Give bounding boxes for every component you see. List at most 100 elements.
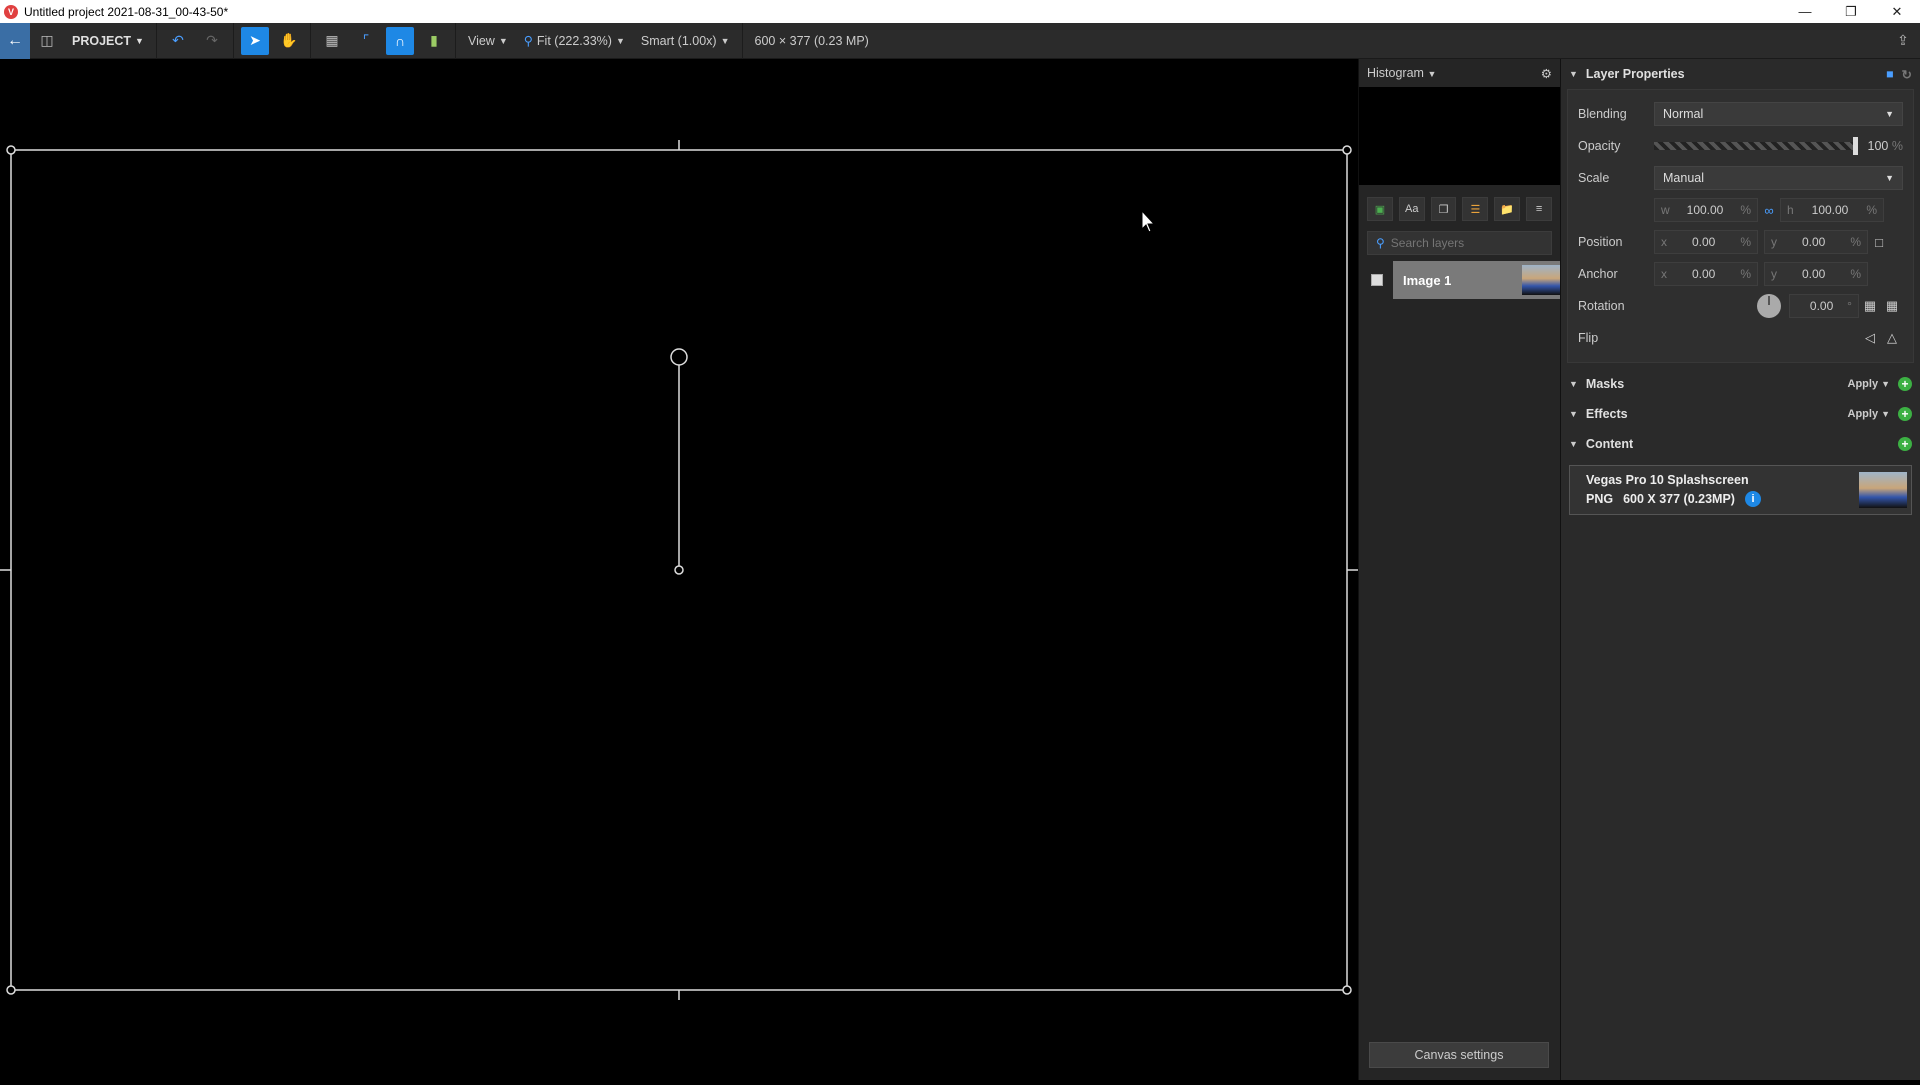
x-label: x <box>1661 267 1667 281</box>
mouse-cursor-icon <box>1141 209 1156 233</box>
opacity-slider[interactable] <box>1654 137 1858 155</box>
content-header[interactable]: ▼ Content + <box>1561 429 1920 459</box>
project-menu-label: PROJECT <box>72 33 132 48</box>
content-thumbnail <box>1859 472 1907 508</box>
export-icon[interactable]: ⇪ <box>1889 27 1917 55</box>
anchor-x-field[interactable]: x 0.00% <box>1654 262 1758 286</box>
minimize-button[interactable]: — <box>1782 0 1828 23</box>
blending-select[interactable]: Normal ▼ <box>1654 102 1903 126</box>
collapse-triangle-icon: ▼ <box>1569 379 1578 389</box>
scale-width-field[interactable]: w 100.00% <box>1654 198 1758 222</box>
opacity-value[interactable]: 100 <box>1868 139 1889 153</box>
position-x-field[interactable]: x 0.00% <box>1654 230 1758 254</box>
transform-overlay[interactable] <box>0 59 1358 1080</box>
info-icon[interactable]: i <box>1744 491 1761 507</box>
masks-title: Masks <box>1585 377 1625 391</box>
canvas-area[interactable] <box>0 59 1358 1080</box>
add-mask-icon[interactable]: + <box>1898 377 1912 391</box>
zoom-icon: ⚲ <box>523 34 533 48</box>
collapse-triangle-icon: ▼ <box>1569 439 1578 449</box>
histogram-label: Histogram <box>1367 66 1424 80</box>
y-label: y <box>1771 267 1777 281</box>
link-icon[interactable]: ∞ <box>1758 199 1780 221</box>
position-row: Position x 0.00% y 0.00% □ <box>1578 226 1903 258</box>
scale-height-field[interactable]: h 100.00% <box>1780 198 1884 222</box>
rotation-handle <box>670 348 688 366</box>
select-tool-icon[interactable]: ➤ <box>240 26 269 55</box>
save-icon[interactable]: ■ <box>1886 67 1894 81</box>
position-reset-icon[interactable]: □ <box>1868 231 1890 253</box>
chevron-down-icon: ▼ <box>135 35 144 46</box>
canvas-settings-button[interactable]: Canvas settings <box>1369 1042 1549 1068</box>
blending-row: Blending Normal ▼ <box>1578 98 1903 130</box>
scale-select[interactable]: Manual ▼ <box>1654 166 1903 190</box>
content-item-dimensions: 600 X 377 (0.23MP) <box>1623 492 1735 506</box>
opacity-slider-knob[interactable] <box>1852 137 1858 155</box>
back-arrow-icon[interactable]: ← <box>0 22 30 59</box>
restore-button[interactable]: ❐ <box>1828 0 1874 23</box>
rotate-cw-icon[interactable]: ▦ <box>1881 295 1903 317</box>
rotation-dial[interactable] <box>1757 294 1781 318</box>
content-item-card[interactable]: Vegas Pro 10 Splashscreen PNG 600 X 377 … <box>1569 465 1912 515</box>
redo-icon[interactable]: ↷ <box>198 27 226 55</box>
panel-toggle-icon[interactable]: ◫ <box>33 27 61 55</box>
rotate-ccw-icon[interactable]: ▦ <box>1859 295 1881 317</box>
add-text-layer-icon[interactable]: Aa <box>1398 197 1425 221</box>
magnet-snap-icon[interactable]: ∩ <box>385 26 414 55</box>
properties-panel: ▼ Layer Properties ■ ↻ Blending Normal ▼ … <box>1560 59 1920 1080</box>
hand-tool-icon[interactable]: ✋ <box>275 27 303 55</box>
add-image-layer-icon[interactable]: ▣ <box>1367 197 1393 221</box>
chevron-down-icon: ▼ <box>1881 409 1890 419</box>
effects-apply-menu[interactable]: Apply ▼ <box>1848 408 1890 420</box>
collapse-triangle-icon: ▼ <box>1569 409 1578 419</box>
flip-vertical-icon[interactable]: ◁ <box>1859 327 1881 349</box>
opacity-label: Opacity <box>1578 139 1621 153</box>
effects-header[interactable]: ▼ Effects Apply ▼ + <box>1561 399 1920 429</box>
percent-unit: % <box>1866 203 1877 217</box>
scale-row: Scale Manual ▼ <box>1578 162 1903 194</box>
zoom-menu-label: Fit (222.33%) <box>536 33 612 48</box>
content-item-meta: PNG 600 X 377 (0.23MP) i <box>1586 491 1761 507</box>
rotation-label: Rotation <box>1578 299 1625 313</box>
layer-thumbnail <box>1522 265 1560 295</box>
project-menu[interactable]: PROJECT ▼ <box>72 34 144 48</box>
masks-apply-menu[interactable]: Apply ▼ <box>1848 378 1890 390</box>
scale-width-value: 100.00 <box>1686 203 1724 217</box>
position-y-field[interactable]: y 0.00% <box>1764 230 1868 254</box>
quality-menu[interactable]: Smart (1.00x) ▼ <box>641 34 730 48</box>
crop-tool-icon[interactable]: ⌜ <box>352 27 380 55</box>
folder-icon[interactable]: 📁 <box>1494 197 1521 221</box>
chevron-down-icon: ▼ <box>1881 379 1890 389</box>
close-button[interactable]: ✕ <box>1874 0 1920 23</box>
percent-unit: % <box>1740 235 1751 249</box>
view-menu[interactable]: View ▼ <box>468 34 508 48</box>
percent-unit: % <box>1850 235 1861 249</box>
layer-list-icon[interactable]: ☰ <box>1462 197 1489 221</box>
anchor-row: Anchor x 0.00% y 0.00% <box>1578 258 1903 290</box>
flip-horizontal-icon[interactable]: △ <box>1881 327 1903 349</box>
layer-row[interactable]: Image 1 <box>1359 261 1560 299</box>
layer-properties-header[interactable]: ▼ Layer Properties ■ ↻ <box>1561 59 1920 89</box>
layer-properties-title: Layer Properties <box>1585 67 1685 81</box>
layer-visibility-checkbox[interactable] <box>1371 274 1383 286</box>
anchor-y-field[interactable]: y 0.00% <box>1764 262 1868 286</box>
corner-handle-bottom-right <box>1342 985 1352 995</box>
transform-tool-icon[interactable]: ▦ <box>318 27 346 55</box>
add-effect-icon[interactable]: + <box>1898 407 1912 421</box>
search-layers[interactable]: ⚲ <box>1367 231 1552 255</box>
histogram-menu[interactable]: Histogram ▼ <box>1367 66 1436 80</box>
scale-height-value: 100.00 <box>1811 203 1849 217</box>
gear-icon[interactable]: ⚙ <box>1541 66 1552 81</box>
duplicate-layer-icon[interactable]: ❐ <box>1430 197 1457 221</box>
menu-icon[interactable]: ≡ <box>1526 197 1552 221</box>
reset-icon[interactable]: ↻ <box>1902 67 1912 82</box>
search-layers-input[interactable] <box>1390 236 1531 250</box>
position-x-value: 0.00 <box>1691 235 1716 249</box>
rotation-field[interactable]: 0.00 ° <box>1789 294 1859 318</box>
zoom-menu[interactable]: ⚲ Fit (222.33%) ▼ <box>523 33 625 49</box>
align-tool-icon[interactable]: ▮ <box>420 27 448 55</box>
undo-icon[interactable]: ↶ <box>164 27 192 55</box>
layer-item[interactable]: Image 1 <box>1393 261 1560 299</box>
add-content-icon[interactable]: + <box>1898 437 1912 451</box>
masks-header[interactable]: ▼ Masks Apply ▼ + <box>1561 369 1920 399</box>
